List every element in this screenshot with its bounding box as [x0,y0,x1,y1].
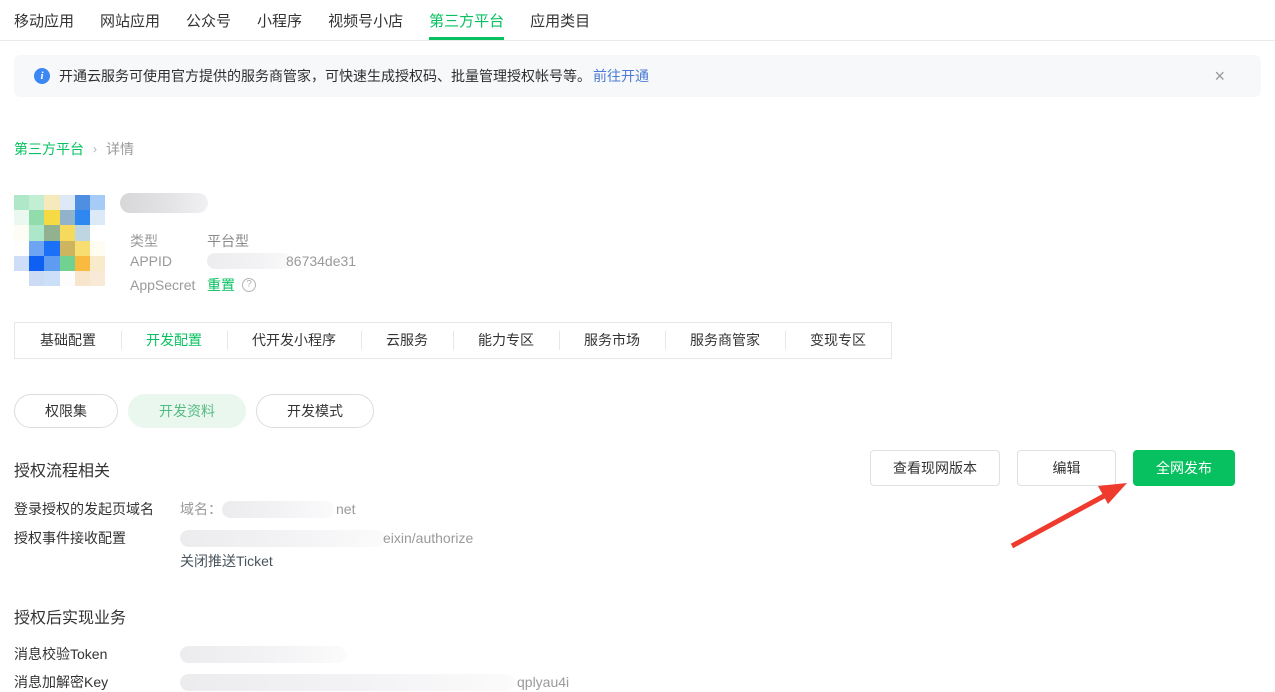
nav-item-official-account[interactable]: 公众号 [186,10,231,40]
profile-info: 类型 平台型 APPID 86734de31 AppSecret 重置 ? [120,195,540,286]
type-label: 类型 [130,231,207,251]
pill-dev-mode[interactable]: 开发模式 [256,394,374,428]
message-token-row: 消息校验Token [14,644,346,664]
message-key-label: 消息加解密Key [14,672,180,692]
breadcrumb-detail: 详情 [106,139,134,159]
redacted-domain [222,501,334,518]
tab-delegated-miniprogram[interactable]: 代开发小程序 [227,323,361,358]
edit-button[interactable]: 编辑 [1017,450,1116,486]
info-icon: i [34,68,50,84]
pill-permission-set[interactable]: 权限集 [14,394,118,428]
appsecret-reset-link[interactable]: 重置 [207,275,235,295]
message-key-visible-tail: qplyau4i [517,674,569,690]
login-auth-domain-label: 登录授权的发起页域名 [14,499,180,519]
banner-text: 开通云服务可使用官方提供的服务商管家，可快速生成授权码、批量管理授权帐号等。 [59,66,591,86]
redacted-appid [207,253,292,269]
config-tabs: 基础配置 开发配置 代开发小程序 云服务 能力专区 服务市场 服务商管家 变现专… [14,322,892,359]
info-banner: i 开通云服务可使用官方提供的服务商管家，可快速生成授权码、批量管理授权帐号等。… [14,55,1261,97]
appsecret-label: AppSecret [130,277,207,293]
tab-service-provider-manager[interactable]: 服务商管家 [665,323,785,358]
avatar [14,195,105,286]
domain-prefix: 域名： [180,499,222,519]
redacted-message-key [180,674,515,691]
nav-item-app-category[interactable]: 应用类目 [530,10,590,40]
tab-cloud-service[interactable]: 云服务 [361,323,453,358]
nav-item-third-party-platform[interactable]: 第三方平台 [429,10,504,40]
nav-item-mobile-app[interactable]: 移动应用 [14,10,74,40]
publish-to-all-button[interactable]: 全网发布 [1133,450,1235,486]
nav-item-website-app[interactable]: 网站应用 [100,10,160,40]
redacted-auth-event-url [180,530,385,547]
breadcrumb: 第三方平台 › 详情 [14,139,134,159]
appid-value: 86734de31 [207,253,356,269]
auth-event-url-tail: eixin/authorize [383,530,473,546]
close-icon[interactable]: × [1214,67,1225,85]
login-auth-domain-row: 登录授权的发起页域名 域名： net [14,499,355,519]
tab-basic-config[interactable]: 基础配置 [15,323,121,358]
ticket-push-row: 关闭推送Ticket [14,551,273,571]
nav-item-channels-shop[interactable]: 视频号小店 [328,10,403,40]
tab-capability-zone[interactable]: 能力专区 [453,323,559,358]
help-icon[interactable]: ? [242,278,256,292]
type-value: 平台型 [207,231,249,251]
message-key-row: 消息加解密Key qplyau4i [14,672,569,692]
nav-item-mini-program[interactable]: 小程序 [257,10,302,40]
domain-visible-tail: net [336,501,355,517]
sub-tabs: 权限集 开发资料 开发模式 [14,394,374,428]
tab-dev-config[interactable]: 开发配置 [121,323,227,358]
view-live-version-button[interactable]: 查看现网版本 [870,450,1000,486]
platform-profile: 类型 平台型 APPID 86734de31 AppSecret 重置 ? [14,195,540,286]
profile-row-appid: APPID 86734de31 [130,253,356,269]
redacted-message-token [180,646,346,663]
close-ticket-push-link[interactable]: 关闭推送Ticket [180,551,273,571]
tab-monetization-zone[interactable]: 变现专区 [785,323,891,358]
top-nav: 移动应用 网站应用 公众号 小程序 视频号小店 第三方平台 应用类目 [14,0,1275,40]
auth-event-receive-label: 授权事件接收配置 [14,528,180,548]
redacted-platform-name [120,193,208,213]
auth-event-receive-row: 授权事件接收配置 eixin/authorize [14,528,473,548]
breadcrumb-separator: › [93,142,97,156]
auth-flow-section-title: 授权流程相关 [14,457,110,481]
appid-visible-tail: 86734de31 [286,253,356,269]
post-auth-section-title: 授权后实现业务 [14,604,126,628]
breadcrumb-third-party-platform[interactable]: 第三方平台 [14,139,84,159]
action-buttons: 查看现网版本 编辑 全网发布 [870,450,1235,486]
profile-row-appsecret: AppSecret 重置 ? [130,275,256,295]
message-token-label: 消息校验Token [14,644,180,664]
banner-open-cloud-link[interactable]: 前往开通 [593,66,649,86]
appid-label: APPID [130,253,207,269]
pill-dev-materials[interactable]: 开发资料 [128,394,246,428]
top-nav-bar: 移动应用 网站应用 公众号 小程序 视频号小店 第三方平台 应用类目 [0,0,1275,41]
tab-service-market[interactable]: 服务市场 [559,323,665,358]
profile-row-type: 类型 平台型 [130,231,249,251]
